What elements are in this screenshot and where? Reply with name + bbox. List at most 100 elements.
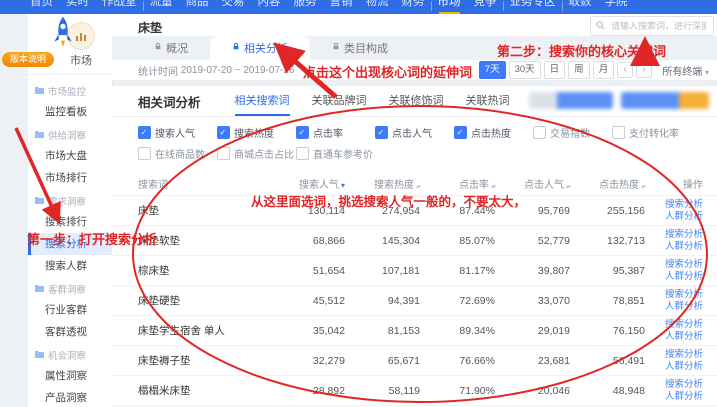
sidebar-item-search-analysis[interactable]: 搜索分析	[28, 233, 112, 255]
related-words-table: 搜索词 搜索人气 搜索热度 点击率 点击人气 点击热度 操作 床垫 130,11…	[112, 171, 717, 407]
nav-item-warroom[interactable]: 作战室	[102, 0, 137, 14]
crowd-analysis-link[interactable]: 人群分析	[645, 391, 703, 403]
col-click-heat[interactable]: 点击热度	[570, 176, 645, 191]
tab-category-composition[interactable]: 类目构成	[310, 36, 410, 60]
date-controls: 7天 30天 日 周 月 ‹ › 所有终端 ▾	[479, 61, 709, 79]
nav-item-home[interactable]: 首页	[30, 0, 53, 14]
search-icon	[596, 17, 605, 35]
version-notes-badge[interactable]: 版本说明	[2, 52, 54, 67]
search-analysis-link[interactable]: 搜索分析	[645, 229, 703, 241]
sidebar-item-market-ranking[interactable]: 市场排行	[28, 167, 112, 189]
crowd-analysis-link[interactable]: 人群分析	[645, 271, 703, 283]
search-analysis-link[interactable]: 搜索分析	[645, 199, 703, 211]
keyword-cell: 床垫褥子垫	[138, 353, 270, 368]
sidebar-menu: 市场监控 监控看板 供给洞察 市场大盘 市场排行 需求洞察 搜索排行 搜索分析 …	[28, 75, 112, 407]
terminal-filter-dropdown[interactable]: 所有终端 ▾	[662, 63, 709, 78]
sidebar-item-search-crowd[interactable]: 搜索人群	[28, 255, 112, 277]
nav-item-goods[interactable]: 商品	[186, 0, 209, 14]
metric-click-heat[interactable]: 点击热度	[454, 125, 533, 140]
col-search-popularity[interactable]: 搜索人气	[270, 176, 345, 191]
col-actions: 操作	[645, 176, 703, 191]
value-cell: 45,512	[270, 295, 345, 307]
date-30d-button[interactable]: 30天	[509, 61, 541, 79]
value-cell: 72.69%	[420, 295, 495, 307]
crowd-analysis-link[interactable]: 人群分析	[645, 331, 703, 343]
crowd-analysis-link[interactable]: 人群分析	[645, 361, 703, 373]
nav-item-marketing[interactable]: 营销	[330, 0, 353, 14]
date-month-button[interactable]: 月	[593, 61, 615, 79]
sidebar-item-product-insight[interactable]: 产品洞察	[28, 387, 112, 407]
value-cell: 95,387	[570, 265, 645, 277]
stat-time-range: 2019-07-20 ~ 2019-07-26	[181, 65, 295, 76]
value-cell: 255,156	[570, 205, 645, 217]
search-analysis-link[interactable]: 搜索分析	[645, 289, 703, 301]
crowd-analysis-link[interactable]: 人群分析	[645, 301, 703, 313]
metric-search-heat[interactable]: 搜索热度	[217, 125, 296, 140]
value-cell: 51,654	[270, 265, 345, 277]
sidebar-item-industry-crowd[interactable]: 行业客群	[28, 299, 112, 321]
metric-search-popularity[interactable]: 搜索人气	[138, 125, 217, 140]
checkbox-checked-icon	[138, 126, 151, 139]
rocket-icon[interactable]	[50, 15, 76, 56]
sidebar-item-monitor-board[interactable]: 监控看板	[28, 101, 112, 123]
crowd-analysis-link[interactable]: 人群分析	[645, 211, 703, 223]
value-cell: 107,181	[345, 265, 420, 277]
date-7d-button[interactable]: 7天	[479, 61, 506, 79]
nav-item-trade[interactable]: 交易	[222, 0, 245, 14]
sidebar-item-market-overview[interactable]: 市场大盘	[28, 145, 112, 167]
nav-item-academy[interactable]: 学院	[605, 0, 628, 14]
search-input[interactable]	[609, 20, 708, 32]
subtab-hot-words[interactable]: 关联热词	[466, 86, 510, 116]
blurred-button-group-1[interactable]	[529, 92, 613, 109]
folder-icon	[35, 130, 44, 141]
nav-item-service[interactable]: 服务	[294, 0, 317, 14]
metric-online-products[interactable]: 在线商品数	[138, 146, 217, 161]
nav-item-realtime[interactable]: 实时	[66, 0, 89, 14]
sidebar-item-search-ranking[interactable]: 搜索排行	[28, 211, 112, 233]
nav-item-content[interactable]: 内容	[258, 0, 281, 14]
search-analysis-link[interactable]: 搜索分析	[645, 379, 703, 391]
nav-item-bizzone[interactable]: 业务专区	[510, 0, 556, 14]
sidebar-item-attribute-insight[interactable]: 属性洞察	[28, 365, 112, 387]
subtab-brand-words[interactable]: 关联品牌词	[312, 86, 367, 116]
metric-mall-click-share[interactable]: 商城点击占比	[217, 146, 296, 161]
date-day-button[interactable]: 日	[544, 61, 566, 79]
value-cell: 68,866	[270, 235, 345, 247]
next-period-button[interactable]: ›	[636, 62, 652, 78]
col-ctr[interactable]: 点击率	[420, 176, 495, 191]
subtab-modifier-words[interactable]: 关联修饰词	[389, 86, 444, 116]
metric-ctr[interactable]: 点击率	[296, 125, 375, 140]
metric-pay-conversion[interactable]: 支付转化率	[612, 125, 691, 140]
tab-overview[interactable]: 概况	[132, 36, 210, 60]
nav-item-traffic[interactable]: 流量	[150, 0, 173, 14]
nav-item-data[interactable]: 取数	[569, 0, 592, 14]
keyword-cell: 床垫	[138, 203, 270, 218]
value-cell: 32,279	[270, 355, 345, 367]
metric-ztc-ref-price[interactable]: 直通车参考价	[296, 146, 375, 161]
keyword-cell: 床垫软垫	[138, 233, 270, 248]
nav-item-logistics[interactable]: 物流	[366, 0, 389, 14]
deep-search-box[interactable]	[590, 16, 714, 36]
nav-item-finance[interactable]: 财务	[402, 0, 425, 14]
page-title-keyword: 床垫	[138, 19, 162, 36]
col-search-heat[interactable]: 搜索热度	[345, 176, 420, 191]
nav-item-market[interactable]: 市场	[438, 0, 461, 14]
date-week-button[interactable]: 周	[568, 61, 590, 79]
tab-related-analysis[interactable]: 相关分析	[210, 36, 310, 60]
sidebar-item-crowd-perspective[interactable]: 客群透视	[28, 321, 112, 343]
metric-trade-index[interactable]: 交易指数	[533, 125, 612, 140]
subtab-related-search-words[interactable]: 相关搜索词	[235, 86, 290, 116]
section-title: 相关词分析	[138, 92, 201, 111]
section-crowd-insight: 客群洞察	[28, 277, 112, 299]
col-click-popularity[interactable]: 点击人气	[495, 176, 570, 191]
metric-click-popularity[interactable]: 点击人气	[375, 125, 454, 140]
blurred-button-group-2[interactable]	[621, 92, 709, 109]
prev-period-button[interactable]: ‹	[617, 62, 633, 78]
value-cell: 20,046	[495, 385, 570, 397]
lock-icon	[154, 42, 162, 54]
search-analysis-link[interactable]: 搜索分析	[645, 259, 703, 271]
nav-item-competition[interactable]: 竞争	[474, 0, 497, 14]
search-analysis-link[interactable]: 搜索分析	[645, 349, 703, 361]
crowd-analysis-link[interactable]: 人群分析	[645, 241, 703, 253]
search-analysis-link[interactable]: 搜索分析	[645, 319, 703, 331]
